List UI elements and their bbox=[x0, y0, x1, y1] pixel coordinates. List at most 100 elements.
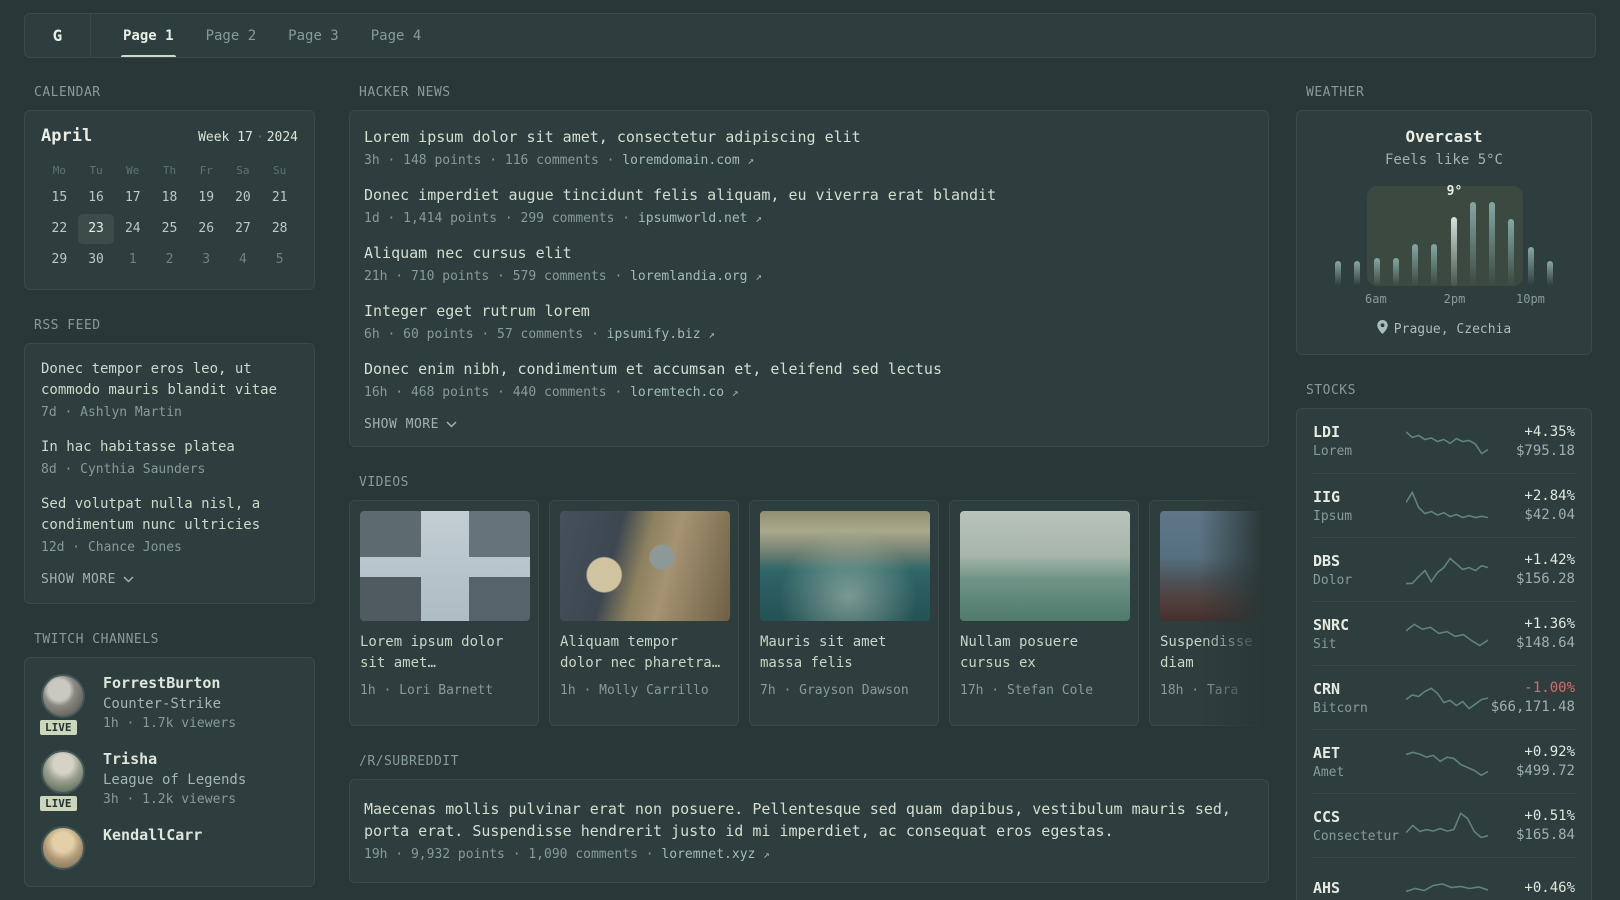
calendar-day[interactable]: 24 bbox=[114, 214, 151, 244]
subreddit-widget: /R/SUBREDDIT Maecenas mollis pulvinar er… bbox=[349, 754, 1269, 883]
rss-show-more-button[interactable]: SHOW MORE bbox=[41, 572, 298, 587]
live-badge: LIVE bbox=[38, 794, 79, 813]
calendar-day[interactable]: 1 bbox=[114, 245, 151, 275]
stock-row[interactable]: CCS Consectetur +0.51% $165.84 bbox=[1313, 793, 1575, 857]
rss-item-title[interactable]: Sed volutpat nulla nisl, a condimentum n… bbox=[41, 494, 298, 536]
calendar-day[interactable]: 5 bbox=[261, 245, 298, 275]
weather-hour-bar bbox=[1412, 244, 1419, 286]
calendar-day[interactable]: 27 bbox=[225, 214, 262, 244]
video-thumbnail bbox=[960, 511, 1130, 621]
video-title[interactable]: Mauris sit amet massa felis bbox=[760, 632, 928, 674]
hn-item-domain[interactable]: ipsumify.biz bbox=[607, 327, 701, 342]
stock-row[interactable]: SNRC Sit +1.36% $148.64 bbox=[1313, 601, 1575, 665]
calendar-day[interactable]: 26 bbox=[188, 214, 225, 244]
stock-row[interactable]: AET Amet +0.92% $499.72 bbox=[1313, 729, 1575, 793]
hn-item-domain[interactable]: loremlandia.org bbox=[630, 269, 747, 284]
calendar-day[interactable]: 25 bbox=[151, 214, 188, 244]
video-card[interactable]: Lorem ipsum dolor sit amet consectetu… 1… bbox=[349, 500, 539, 726]
tab-page-4[interactable]: Page 4 bbox=[359, 14, 434, 57]
calendar-weekday: Mo bbox=[52, 164, 66, 177]
weather-widget: WEATHER Overcast Feels like 5°C 9° 6am 2p… bbox=[1296, 85, 1592, 355]
twitch-channel-row[interactable]: LIVE ForrestBurton Counter-Strike 1h · 1… bbox=[38, 674, 298, 737]
calendar-day[interactable]: 21 bbox=[261, 183, 298, 213]
calendar-day[interactable]: 16 bbox=[78, 183, 115, 213]
hn-item-domain[interactable]: loremtech.co bbox=[630, 385, 724, 400]
external-link-icon: ↗ bbox=[747, 154, 755, 167]
video-title[interactable]: Aliquam tempor dolor nec pharetra… bbox=[560, 632, 728, 674]
rss-item-meta: 12d · Chance Jones bbox=[41, 540, 182, 555]
videos-widget-title: VIDEOS bbox=[359, 475, 409, 490]
calendar-day[interactable]: 20 bbox=[225, 183, 262, 213]
twitch-channel-game: League of Legends bbox=[103, 772, 247, 788]
hn-item-title[interactable]: Integer eget rutrum lorem bbox=[364, 301, 1254, 322]
weather-hourly-chart: 9° bbox=[1313, 184, 1575, 286]
calendar-day[interactable]: 23 bbox=[77, 214, 115, 244]
weather-feels-like: Feels like 5°C bbox=[1384, 152, 1503, 168]
calendar-day[interactable]: 18 bbox=[151, 183, 188, 213]
calendar-day[interactable]: 3 bbox=[188, 245, 225, 275]
video-title[interactable]: Suspendisse diam bbox=[1160, 632, 1269, 674]
stock-sparkline bbox=[1405, 873, 1489, 900]
twitch-channel-row[interactable]: LIVE Trisha League of Legends 3h · 1.2k … bbox=[38, 750, 298, 813]
video-title[interactable]: Nullam posuere cursus ex bbox=[960, 632, 1128, 674]
video-card[interactable]: Mauris sit amet massa felis 7h · Grayson… bbox=[749, 500, 939, 726]
twitch-channel-name[interactable]: ForrestBurton bbox=[103, 674, 236, 692]
tab-page-1[interactable]: Page 1 bbox=[111, 14, 186, 57]
calendar-weekday: We bbox=[126, 164, 140, 177]
rss-item: Donec tempor eros leo, ut commodo mauris… bbox=[41, 359, 298, 420]
tab-page-2[interactable]: Page 2 bbox=[194, 14, 269, 57]
calendar-day[interactable]: 22 bbox=[41, 214, 78, 244]
twitch-channel-row[interactable]: KendallCarr bbox=[41, 826, 298, 870]
weather-hour-bar bbox=[1527, 246, 1534, 286]
stock-name: Bitcorn bbox=[1313, 700, 1368, 716]
weather-axis-labels: 6am 2pm 10pm bbox=[1313, 292, 1575, 308]
stock-change: +0.51% bbox=[1524, 808, 1575, 824]
stock-change: +1.36% bbox=[1524, 616, 1575, 632]
calendar-day[interactable]: 19 bbox=[188, 183, 225, 213]
stock-row[interactable]: DBS Dolor +1.42% $156.28 bbox=[1313, 537, 1575, 601]
calendar-day[interactable]: 4 bbox=[225, 245, 262, 275]
calendar-day[interactable]: 29 bbox=[41, 245, 78, 275]
rss-item-title[interactable]: In hac habitasse platea bbox=[41, 437, 298, 458]
stock-row[interactable]: AHS +0.46% bbox=[1313, 857, 1575, 900]
hn-item-title[interactable]: Aliquam nec cursus elit bbox=[364, 243, 1254, 264]
calendar-day[interactable]: 15 bbox=[41, 183, 78, 213]
hackernews-widget-title: HACKER NEWS bbox=[359, 85, 451, 100]
hn-item-meta: 3h · 148 points · 116 comments · loremdo… bbox=[364, 153, 755, 168]
weather-hour-bar bbox=[1546, 260, 1553, 286]
stock-value: $66,171.48 bbox=[1490, 699, 1575, 715]
stock-row[interactable]: CRN Bitcorn -1.00% $66,171.48 bbox=[1313, 665, 1575, 729]
video-meta: 1h · Lori Barnett bbox=[360, 683, 494, 698]
video-card[interactable]: Nullam posuere cursus ex 17h · Stefan Co… bbox=[949, 500, 1139, 726]
subreddit-post-title[interactable]: Maecenas mollis pulvinar erat non posuer… bbox=[364, 798, 1254, 842]
stock-symbol: SNRC bbox=[1313, 615, 1350, 634]
video-meta: 7h · Grayson Dawson bbox=[760, 683, 909, 698]
video-card[interactable]: Aliquam tempor dolor nec pharetra… 1h · … bbox=[549, 500, 739, 726]
subreddit-post-domain[interactable]: loremnet.xyz bbox=[661, 847, 755, 862]
calendar-day[interactable]: 2 bbox=[151, 245, 188, 275]
hn-item-title[interactable]: Donec enim nibh, condimentum et accumsan… bbox=[364, 359, 1254, 380]
stock-row[interactable]: IIG Ipsum +2.84% $42.04 bbox=[1313, 473, 1575, 537]
hn-item-domain[interactable]: ipsumworld.net bbox=[638, 211, 748, 226]
video-title[interactable]: Lorem ipsum dolor sit amet consectetu… bbox=[360, 632, 528, 674]
hn-item-title[interactable]: Lorem ipsum dolor sit amet, consectetur … bbox=[364, 127, 1254, 148]
external-link-icon: ↗ bbox=[731, 386, 739, 399]
chevron-down-icon bbox=[446, 417, 457, 432]
hn-item-title[interactable]: Donec imperdiet augue tincidunt felis al… bbox=[364, 185, 1254, 206]
twitch-channel-name[interactable]: Trisha bbox=[103, 750, 246, 768]
calendar-day[interactable]: 30 bbox=[78, 245, 115, 275]
calendar-day[interactable]: 28 bbox=[261, 214, 298, 244]
stock-name: Dolor bbox=[1313, 572, 1353, 588]
app-logo[interactable]: G bbox=[25, 14, 91, 57]
video-card[interactable]: Suspendisse diam 18h · Tara bbox=[1149, 500, 1269, 726]
rss-item-title[interactable]: Donec tempor eros leo, ut commodo mauris… bbox=[41, 359, 298, 401]
calendar-week-year: Week 17 · 2024 bbox=[198, 130, 298, 145]
twitch-channel-name[interactable]: KendallCarr bbox=[103, 826, 202, 844]
stock-sparkline bbox=[1405, 553, 1489, 587]
hn-show-more-button[interactable]: SHOW MORE bbox=[364, 417, 1254, 432]
stock-row[interactable]: LDI Lorem +4.35% $795.18 bbox=[1313, 409, 1575, 473]
hn-item-domain[interactable]: loremdomain.com bbox=[622, 153, 739, 168]
stock-change: +0.92% bbox=[1524, 744, 1575, 760]
calendar-day[interactable]: 17 bbox=[114, 183, 151, 213]
tab-page-3[interactable]: Page 3 bbox=[276, 14, 351, 57]
